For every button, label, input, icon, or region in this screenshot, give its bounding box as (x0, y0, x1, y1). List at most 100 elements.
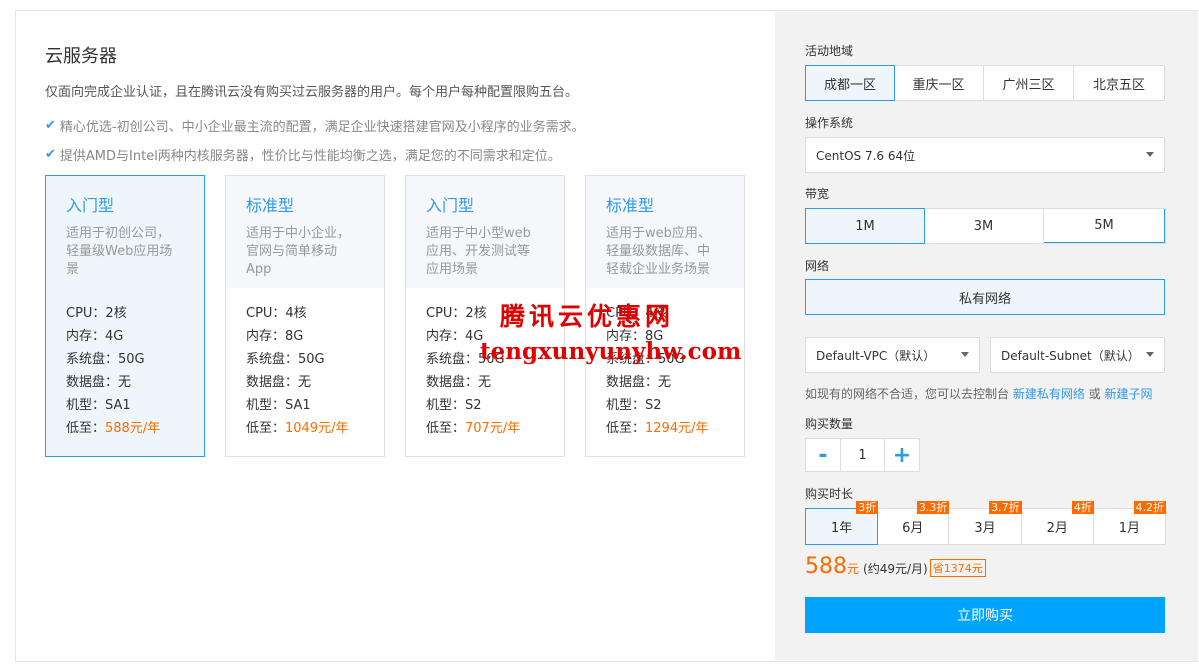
plan-card-header: 入门型 适用于中小型web 应用、开发测试等 应用场景 (406, 176, 564, 288)
feature-item: ✔ 提供AMD与Intel两种内核服务器，性价比与性能均衡之选，满足您的不同需求… (45, 145, 561, 164)
caret-down-icon (1146, 152, 1154, 157)
plan-description-line: 景 (66, 262, 80, 277)
plan-name: 入门型 (66, 196, 115, 215)
spec-system-disk: 系统盘：50G (66, 352, 145, 367)
feature-text: 提供AMD与Intel两种内核服务器，性价比与性能均衡之选，满足您的不同需求和定… (59, 149, 561, 164)
spec-cpu: CPU：2核 (66, 306, 127, 321)
duration-text: 1年 (830, 521, 853, 536)
spec-instance-type: 机型：S2 (606, 398, 662, 413)
spec-data-disk: 数据盘：无 (66, 375, 132, 390)
plan-description-line: 适用于web应用、 (606, 226, 711, 241)
buy-now-button[interactable]: 立即购买 (805, 597, 1165, 633)
increment-button[interactable]: + (885, 439, 919, 471)
plan-card-standard-sa1[interactable]: 标准型 适用于中小企业， 官网与简单移动 App CPU：4核 内存：8G 系统… (225, 175, 385, 457)
quantity-label: 购买数量 (805, 417, 854, 431)
region-selector: 成都一区 重庆一区 广州三区 北京五区 (805, 65, 1165, 101)
check-icon: ✔ (45, 118, 56, 133)
duration-text: 2月 (1046, 521, 1068, 536)
spec-system-disk: 系统盘：50G (246, 352, 325, 367)
decrement-button[interactable]: - (806, 439, 840, 471)
plan-specs: CPU：2核 内存：4G 系统盘：50G 数据盘：无 机型：SA1 低至：588… (46, 288, 204, 440)
bandwidth-option[interactable]: 5M (1044, 209, 1165, 243)
network-label: 网络 (805, 259, 830, 273)
price-value: 1294元/年 (645, 421, 709, 436)
discount-badge: 4折 (1071, 501, 1094, 514)
eligibility-description: 仅面向完成企业认证，且在腾讯云没有购买过云服务器的用户。每个用户每种配置限购五台… (45, 85, 579, 100)
region-option[interactable]: 北京五区 (1074, 66, 1164, 100)
config-panel: 活动地域 成都一区 重庆一区 广州三区 北京五区 操作系统 CentOS 7.6… (775, 11, 1198, 661)
spec-cpu: CPU：4核 (246, 306, 307, 321)
price-prefix: 低至： (246, 421, 286, 436)
plan-description-line: 适用于中小企业， (246, 226, 351, 241)
os-label: 操作系统 (805, 116, 854, 130)
discount-badge: 3.7折 (989, 501, 1022, 514)
quantity-stepper: - 1 + (805, 438, 920, 472)
region-option[interactable]: 成都一区 (805, 65, 895, 101)
plan-name: 标准型 (246, 196, 295, 215)
plan-description: 适用于中小型web 应用、开发测试等 应用场景 (426, 225, 546, 279)
quantity-input[interactable]: 1 (840, 439, 885, 471)
discount-badge: 3折 (856, 501, 879, 514)
plan-description: 适用于web应用、 轻量级数据库、中 轻载企业业务场景 (606, 225, 726, 279)
duration-option[interactable]: 3月 3.7折 (949, 501, 1022, 544)
page-title: 云服务器 (45, 46, 117, 67)
price-value: 707元/年 (465, 421, 521, 436)
vpc-select[interactable]: Default-VPC（默认） (805, 337, 980, 373)
os-select[interactable]: CentOS 7.6 64位 (805, 137, 1165, 173)
duration-option[interactable]: 1年 3折 (805, 501, 879, 545)
hint-or: 或 (1084, 387, 1105, 401)
spec-data-disk: 数据盘：无 (246, 375, 312, 390)
create-vpc-link[interactable]: 新建私有网络 (1013, 387, 1085, 401)
price-unit: 元 (847, 562, 860, 576)
vpc-value: Default-VPC（默认） (816, 348, 936, 363)
network-hint: 如现有的网络不合适，您可以去控制台 新建私有网络 或 新建子网 (805, 385, 1153, 402)
plan-card-entry-sa1[interactable]: 入门型 适用于初创公司， 轻量级Web应用场 景 CPU：2核 内存：4G 系统… (45, 175, 205, 457)
spec-data-disk: 数据盘：无 (606, 375, 672, 390)
plan-card-header: 入门型 适用于初创公司， 轻量级Web应用场 景 (46, 176, 204, 288)
discount-badge: 3.3折 (916, 501, 950, 514)
price-prefix: 低至： (66, 421, 106, 436)
plan-name: 标准型 (606, 196, 655, 215)
plan-description-line: 应用场景 (426, 262, 479, 277)
monthly-price: (约49元/月) (863, 562, 928, 576)
bandwidth-label: 带宽 (805, 187, 830, 201)
spec-price: 低至：1294元/年 (606, 417, 744, 440)
hint-text: 如现有的网络不合适，您可以去控制台 (805, 387, 1013, 401)
price-prefix: 低至： (606, 421, 646, 436)
spec-price: 低至：588元/年 (66, 417, 204, 440)
plan-description-line: 轻量级Web应用场 (66, 244, 173, 259)
plan-name: 入门型 (426, 196, 475, 215)
bandwidth-selector: 1M 3M 5M (805, 208, 1166, 244)
private-network-option[interactable]: 私有网络 (805, 279, 1165, 315)
plan-specs: CPU：4核 内存：8G 系统盘：50G 数据盘：无 机型：SA1 低至：104… (226, 288, 384, 440)
duration-option[interactable]: 6月 3.3折 (877, 501, 950, 544)
bandwidth-option[interactable]: 3M (924, 209, 1044, 243)
watermark-title: 腾讯云优惠网 (500, 302, 675, 331)
feature-text: 精心优选-初创公司、中小企业最主流的配置，满足企业快速搭建官网及小程序的业务需求… (59, 120, 585, 135)
plan-description-line: 应用、开发测试等 (426, 244, 531, 259)
product-panel: 云服务器 仅面向完成企业认证，且在腾讯云没有购买过云服务器的用户。每个用户每种配… (16, 11, 776, 661)
total-price: 588 (805, 554, 847, 579)
region-label: 活动地域 (805, 44, 854, 58)
feature-item: ✔ 精心优选-初创公司、中小企业最主流的配置，满足企业快速搭建官网及小程序的业务… (45, 116, 585, 135)
duration-option[interactable]: 1月 4.2折 (1094, 501, 1167, 544)
duration-option[interactable]: 2月 4折 (1022, 501, 1094, 544)
create-subnet-link[interactable]: 新建子网 (1104, 387, 1152, 401)
price-summary: 588 元 (约49元/月) 省1374元 (805, 554, 986, 579)
plan-description-line: 官网与简单移动 (246, 244, 338, 259)
region-option[interactable]: 广州三区 (984, 66, 1074, 100)
spec-price: 低至：707元/年 (426, 417, 564, 440)
spec-instance-type: 机型：SA1 (66, 398, 131, 413)
caret-down-icon (1146, 352, 1154, 357)
plan-description: 适用于中小企业， 官网与简单移动 App (246, 225, 366, 279)
price-prefix: 低至： (426, 421, 466, 436)
subnet-select[interactable]: Default-Subnet（默认） (990, 337, 1165, 373)
spec-instance-type: 机型：SA1 (246, 398, 311, 413)
caret-down-icon (961, 352, 969, 357)
plan-description-line: 轻量级数据库、中 (606, 244, 711, 259)
region-option[interactable]: 重庆一区 (894, 66, 984, 100)
discount-badge: 4.2折 (1133, 501, 1167, 514)
plan-card-header: 标准型 适用于web应用、 轻量级数据库、中 轻载企业业务场景 (586, 176, 744, 288)
bandwidth-option[interactable]: 1M (805, 208, 925, 244)
spec-instance-type: 机型：S2 (426, 398, 482, 413)
